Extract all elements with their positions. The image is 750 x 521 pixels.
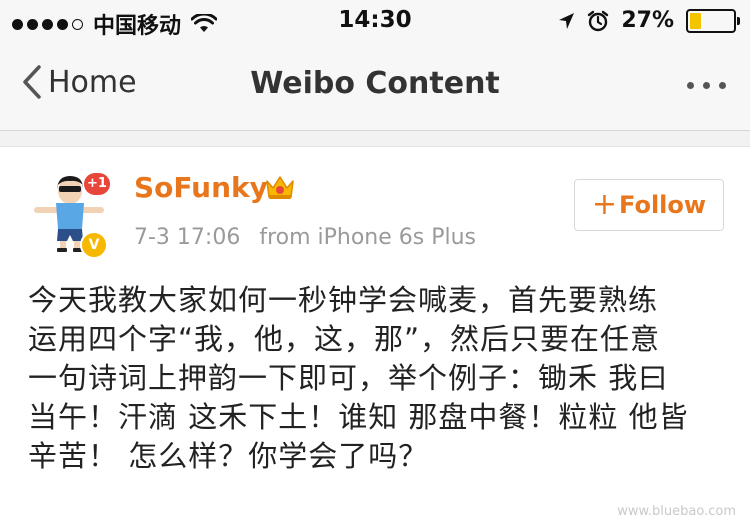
- follow-label: Follow: [619, 191, 707, 219]
- watermark: www.bluebao.com: [617, 504, 736, 519]
- verified-badge-icon: V: [80, 231, 108, 259]
- post-line: 当午！汗滴 这禾下土！谁知 那盘中餐！粒粒 他皆: [28, 400, 689, 434]
- status-bar: 中国移动 14:30 27%: [0, 0, 750, 44]
- follow-button[interactable]: + Follow: [574, 179, 724, 231]
- post-body: 今天我教大家如何一秒钟学会喊麦，首先要熟练 运用四个字“我，他，这，那”，然后只…: [28, 281, 728, 476]
- post-source: from iPhone 6s Plus: [259, 225, 477, 250]
- location-arrow-icon: [559, 12, 575, 29]
- post-card: +1 V SoFunky 7-3 17:06 from iPhone 6s Pl…: [0, 146, 750, 521]
- post-meta: 7-3 17:06 from iPhone 6s Plus: [134, 225, 476, 250]
- post-line: 辛苦！ 怎么样？你学会了吗？: [28, 439, 429, 473]
- battery-icon: [686, 8, 740, 33]
- nav-bar: Home Weibo Content: [0, 44, 750, 131]
- post-time: 7-3 17:06: [134, 225, 241, 250]
- more-dots-icon[interactable]: [687, 82, 726, 89]
- battery-percent: 27%: [621, 8, 674, 33]
- status-right: 27%: [557, 8, 740, 33]
- username[interactable]: SoFunky: [134, 171, 268, 204]
- page-title: Weibo Content: [250, 66, 500, 101]
- alarm-icon: [588, 10, 609, 31]
- battery-level: [690, 12, 702, 29]
- post-line: 运用四个字“我，他，这，那”，然后只要在任意: [28, 322, 661, 356]
- notification-badge: +1: [84, 173, 110, 195]
- post-line: 今天我教大家如何一秒钟学会喊麦，首先要熟练: [28, 283, 659, 317]
- plus-icon: +: [591, 187, 618, 222]
- post-line: 一句诗词上押韵一下即可，举个例子：锄禾 我曰: [28, 361, 669, 395]
- crown-icon: [266, 176, 294, 199]
